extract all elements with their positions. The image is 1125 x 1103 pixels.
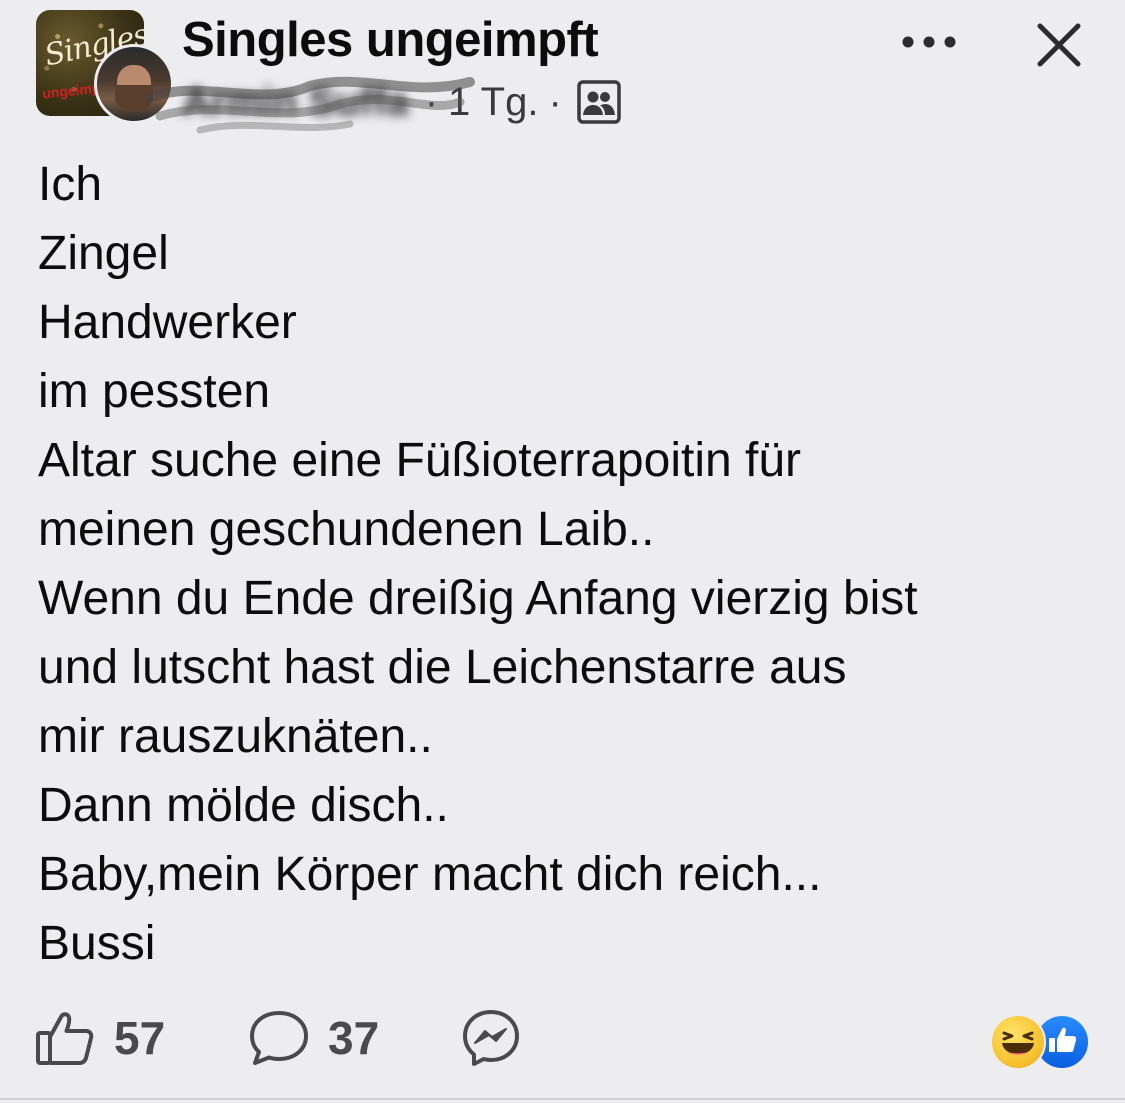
like-button[interactable]: 57 [34,1008,165,1068]
post-line: Baby,mein Körper macht dich reich... [38,848,822,901]
close-icon [1037,23,1081,67]
group-members-icon [576,79,622,125]
post-line: im pessten [38,365,271,418]
post-line: meinen geschundenen Laib.. [38,503,655,556]
post-line: Zingel [38,227,169,280]
more-options-button[interactable] [898,22,960,62]
post-text: Ich Zingel Handwerker im pessten Altar s… [38,150,1098,978]
comment-count: 37 [328,1012,380,1064]
post-line: Dann mölde disch.. [38,779,449,832]
reaction-summary[interactable] [990,1012,1094,1070]
post-line: Ich [38,158,103,211]
bottom-divider [0,1098,1125,1100]
close-button[interactable] [1030,16,1088,74]
post-actions: 57 37 [0,1000,1125,1080]
group-name[interactable]: Singles ungeimpft [182,12,599,68]
post-meta: Armin Suffa · 1 Tg. · [182,72,622,132]
meta-separator: · [424,79,439,124]
post-line: Wenn du Ende dreißig Anfang vierzig bist [38,572,918,625]
author-name[interactable]: Armin Suffa [182,80,415,125]
meta-separator: · [548,79,562,124]
like-count: 57 [114,1012,166,1064]
messenger-icon [463,1010,519,1066]
comment-button[interactable]: 37 [248,1008,379,1068]
post-line: mir rauszuknäten.. [38,710,433,763]
author-avatar-beard [115,85,153,111]
post-line: und lutscht hast die Leichenstarre aus [38,641,847,694]
post-time[interactable]: 1 Tg. [448,80,538,125]
thumbs-up-icon [36,1012,94,1065]
post-line: Bussi [38,917,156,970]
comment-bubble-icon [250,1011,308,1065]
haha-reaction-icon [990,1014,1046,1070]
more-horizontal-icon [902,36,956,48]
post-line: Altar suche eine Füßioterrapoitin für [38,434,802,487]
author-avatar[interactable] [94,44,174,124]
messenger-share-button[interactable] [460,1008,522,1068]
post-line: Handwerker [38,296,297,349]
post-card: Singles ungeimpft Singles ungeimpft Armi… [0,0,1125,1103]
